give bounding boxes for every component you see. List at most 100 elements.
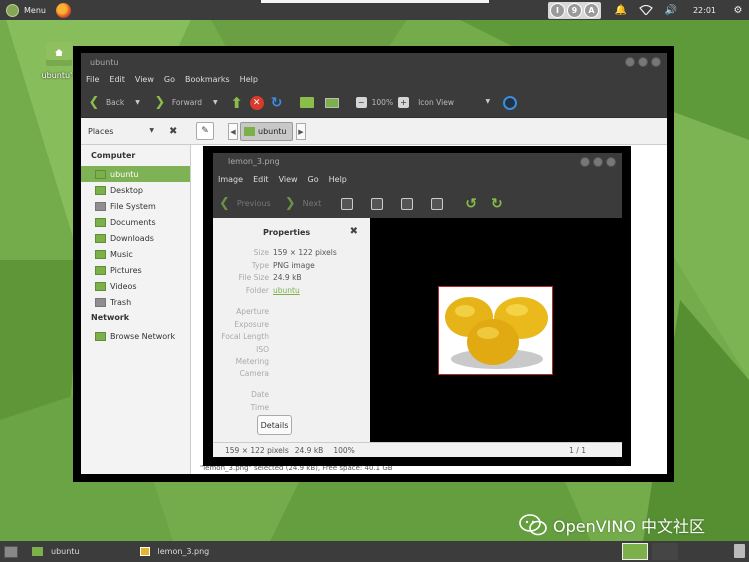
sidebar-item-videos[interactable]: Videos (81, 278, 190, 294)
taskbar-item-file-manager[interactable]: ubuntu (22, 541, 90, 562)
details-button[interactable]: Details (257, 415, 292, 435)
zoom-out-icon[interactable] (371, 197, 384, 210)
breadcrumb-left-arrow[interactable]: ◀ (228, 123, 238, 140)
sidebar-item-label: File System (110, 201, 156, 211)
places-select[interactable]: Places ▼ (88, 127, 154, 136)
menu-image[interactable]: Image (218, 175, 243, 184)
sidebar-item-file-system[interactable]: File System (81, 198, 190, 214)
home-icon[interactable] (299, 97, 314, 108)
status-pages: 1 / 1 (569, 445, 586, 455)
maximize-button[interactable] (638, 57, 648, 67)
minimize-button[interactable] (580, 157, 590, 167)
next-arrow-icon: ❯ (284, 196, 296, 211)
back-dropdown-icon[interactable]: ▼ (135, 99, 140, 106)
best-fit-icon[interactable] (431, 197, 444, 210)
rotate-right-icon[interactable]: ↻ (491, 196, 503, 212)
menu-button[interactable]: Menu (0, 0, 52, 20)
show-desktop-icon[interactable] (4, 545, 18, 558)
sidebar-item-label: Trash (110, 297, 132, 307)
videos-folder-icon (95, 281, 106, 291)
sidebar-item-label: Pictures (110, 265, 142, 275)
bell-icon[interactable]: 🔔 (613, 2, 629, 18)
sidebar-item-desktop[interactable]: Desktop (81, 182, 190, 198)
zoom-out-icon[interactable]: − (355, 97, 367, 108)
workspace-1[interactable] (622, 543, 648, 560)
zoom-in-icon[interactable]: + (398, 97, 410, 108)
firefox-icon[interactable] (55, 2, 71, 18)
zoom-in-icon[interactable] (341, 197, 354, 210)
image-viewer-titlebar[interactable]: lemon_3.png (213, 153, 622, 170)
trash-icon[interactable] (734, 544, 745, 558)
property-value: 159 × 122 pixels (273, 248, 337, 257)
menu-go[interactable]: Go (308, 175, 319, 184)
minimize-button[interactable] (625, 57, 635, 67)
image-canvas[interactable] (370, 218, 622, 442)
menu-help[interactable]: Help (329, 175, 347, 184)
menu-bookmarks[interactable]: Bookmarks (185, 75, 230, 84)
forward-button[interactable]: Forward (172, 98, 202, 107)
taskbar-item-image-viewer[interactable]: lemon_3.png (130, 541, 220, 562)
menu-view[interactable]: View (279, 175, 298, 184)
property-row: Size 159 × 122 pixels (213, 248, 370, 260)
keyboard-indicator[interactable]: 9 (566, 2, 582, 18)
stop-icon[interactable]: ✕ (249, 95, 264, 110)
menu-edit[interactable]: Edit (109, 75, 125, 84)
breadcrumb-ubuntu[interactable]: ubuntu (240, 122, 293, 141)
network-wifi-icon[interactable] (638, 2, 654, 18)
image-viewer-menubar: Image Edit View Go Help (213, 170, 622, 188)
forward-dropdown-icon[interactable]: ▼ (213, 99, 218, 106)
home-folder-icon (244, 127, 255, 136)
sidebar-item-music[interactable]: Music (81, 246, 190, 262)
menu-edit[interactable]: Edit (253, 175, 269, 184)
status-size: 24.9 kB (294, 445, 324, 455)
sidebar-item-documents[interactable]: Documents (81, 214, 190, 230)
menu-file[interactable]: File (86, 75, 99, 84)
clock[interactable]: 22:01 (693, 6, 716, 15)
sidebar-item-browse-network[interactable]: Browse Network (81, 328, 190, 344)
folder-link[interactable]: ubuntu (273, 286, 300, 295)
view-mode-select[interactable]: Icon View ▼ (418, 98, 490, 107)
previous-button[interactable]: ❮ Previous (219, 196, 271, 211)
property-label: Aperture (236, 307, 269, 316)
top-panel-field (261, 0, 489, 3)
volume-icon[interactable]: 🔊 (663, 2, 679, 18)
up-arrow-icon[interactable]: ⬆ (229, 94, 245, 112)
mint-logo-icon (6, 3, 19, 17)
file-manager-toolbar: ❮ Back ▼ ❯ Forward ▼ ⬆ ✕ ↻ − 100% + Icon… (81, 88, 667, 118)
documents-folder-icon (95, 217, 106, 227)
close-button[interactable] (651, 57, 661, 67)
task-label: ubuntu (51, 547, 80, 556)
next-button[interactable]: ❯ Next (285, 196, 322, 211)
normal-size-icon[interactable] (401, 197, 414, 210)
close-button[interactable] (606, 157, 616, 167)
reload-icon[interactable]: ↻ (269, 95, 285, 111)
file-manager-titlebar[interactable]: ubuntu (81, 53, 667, 71)
rotate-left-icon[interactable]: ↺ (465, 196, 477, 212)
menu-help[interactable]: Help (240, 75, 258, 84)
property-label: Time (250, 403, 269, 412)
sidebar-item-pictures[interactable]: Pictures (81, 262, 190, 278)
sidebar: Computer ubuntu Desktop File System Docu… (81, 145, 191, 474)
chevron-down-icon: ▼ (149, 126, 154, 134)
edit-location-button[interactable]: ✎ (196, 122, 214, 140)
close-sidebar-icon[interactable]: ✖ (169, 126, 177, 137)
system-tray: I 9 A 🔔 🔊 22:01 ⚙ (547, 0, 749, 20)
computer-icon[interactable] (324, 97, 339, 108)
search-icon[interactable] (503, 95, 518, 110)
sidebar-item-trash[interactable]: Trash (81, 294, 190, 310)
sidebar-item-ubuntu[interactable]: ubuntu (81, 166, 190, 182)
keyboard-indicator[interactable]: I (549, 2, 565, 18)
close-icon[interactable]: ✖ (350, 226, 358, 237)
back-arrow-icon[interactable]: ❮ (87, 95, 101, 110)
menu-go[interactable]: Go (164, 75, 175, 84)
back-button[interactable]: Back (106, 98, 124, 107)
keyboard-indicator[interactable]: A (583, 2, 599, 18)
settings-gear-icon[interactable]: ⚙ (730, 2, 746, 18)
breadcrumb-right-arrow[interactable]: ▶ (296, 123, 306, 140)
maximize-button[interactable] (593, 157, 603, 167)
property-label: Size (253, 248, 269, 257)
forward-arrow-icon[interactable]: ❯ (153, 95, 167, 110)
workspace-2[interactable] (652, 543, 678, 560)
menu-view[interactable]: View (135, 75, 154, 84)
sidebar-item-downloads[interactable]: Downloads (81, 230, 190, 246)
